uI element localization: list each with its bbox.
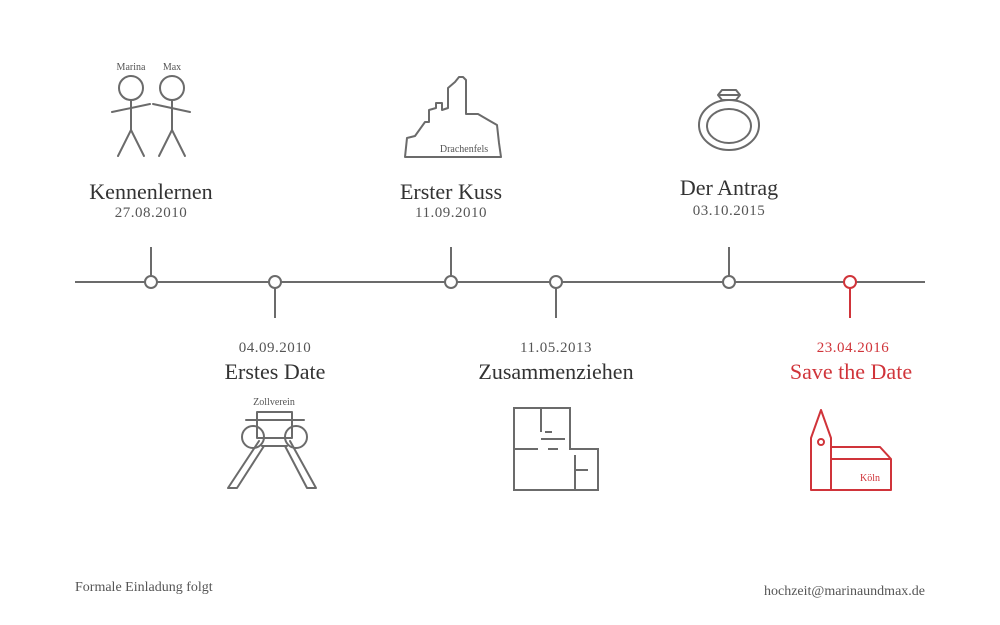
stick-figures-icon [111,75,191,157]
timeline-node-kennenlernen [144,247,158,289]
caption-drachenfels: Drachenfels [440,144,488,155]
event-title-zusammenziehen: Zusammenziehen [478,359,634,384]
event-date-zusammenziehen: 11.05.2013 [520,340,592,356]
caption-marina: Marina [117,62,146,73]
event-title-erstes-date: Erstes Date [224,359,326,384]
timeline-node-erstes-date [268,275,282,318]
event-title-kennenlernen: Kennenlernen [89,179,213,204]
timeline-card: Marina Max Drachenfels Zollverein Köln K… [0,0,1000,625]
timeline-node-zusammenziehen [549,275,563,318]
timeline-graphic: Marina Max Drachenfels Zollverein Köln [75,62,925,491]
event-title-erster-kuss: Erster Kuss [399,179,503,204]
event-title-antrag: Der Antrag [679,175,779,200]
timeline-node-antrag [722,247,736,289]
event-date-kennenlernen: 27.08.2010 [114,205,188,221]
caption-zollverein: Zollverein [253,397,295,408]
event-title-save-the-date: Save the Date [789,359,913,384]
timeline-node-save-the-date [843,275,857,318]
timeline-node-erster-kuss [444,247,458,289]
event-date-erstes-date: 04.09.2010 [238,340,312,356]
event-date-save-the-date: 23.04.2016 [816,340,890,356]
footer-note: Formale Einladung folgt [75,580,213,595]
event-date-antrag: 03.10.2015 [692,203,766,219]
event-date-erster-kuss: 11.09.2010 [415,205,487,221]
floor-plan-icon [513,407,599,491]
footer-email[interactable]: hochzeit@marinaundmax.de [764,584,925,600]
mine-tower-icon [227,411,317,489]
ring-icon [698,89,760,151]
caption-koeln: Köln [860,473,880,484]
caption-max: Max [163,62,181,73]
